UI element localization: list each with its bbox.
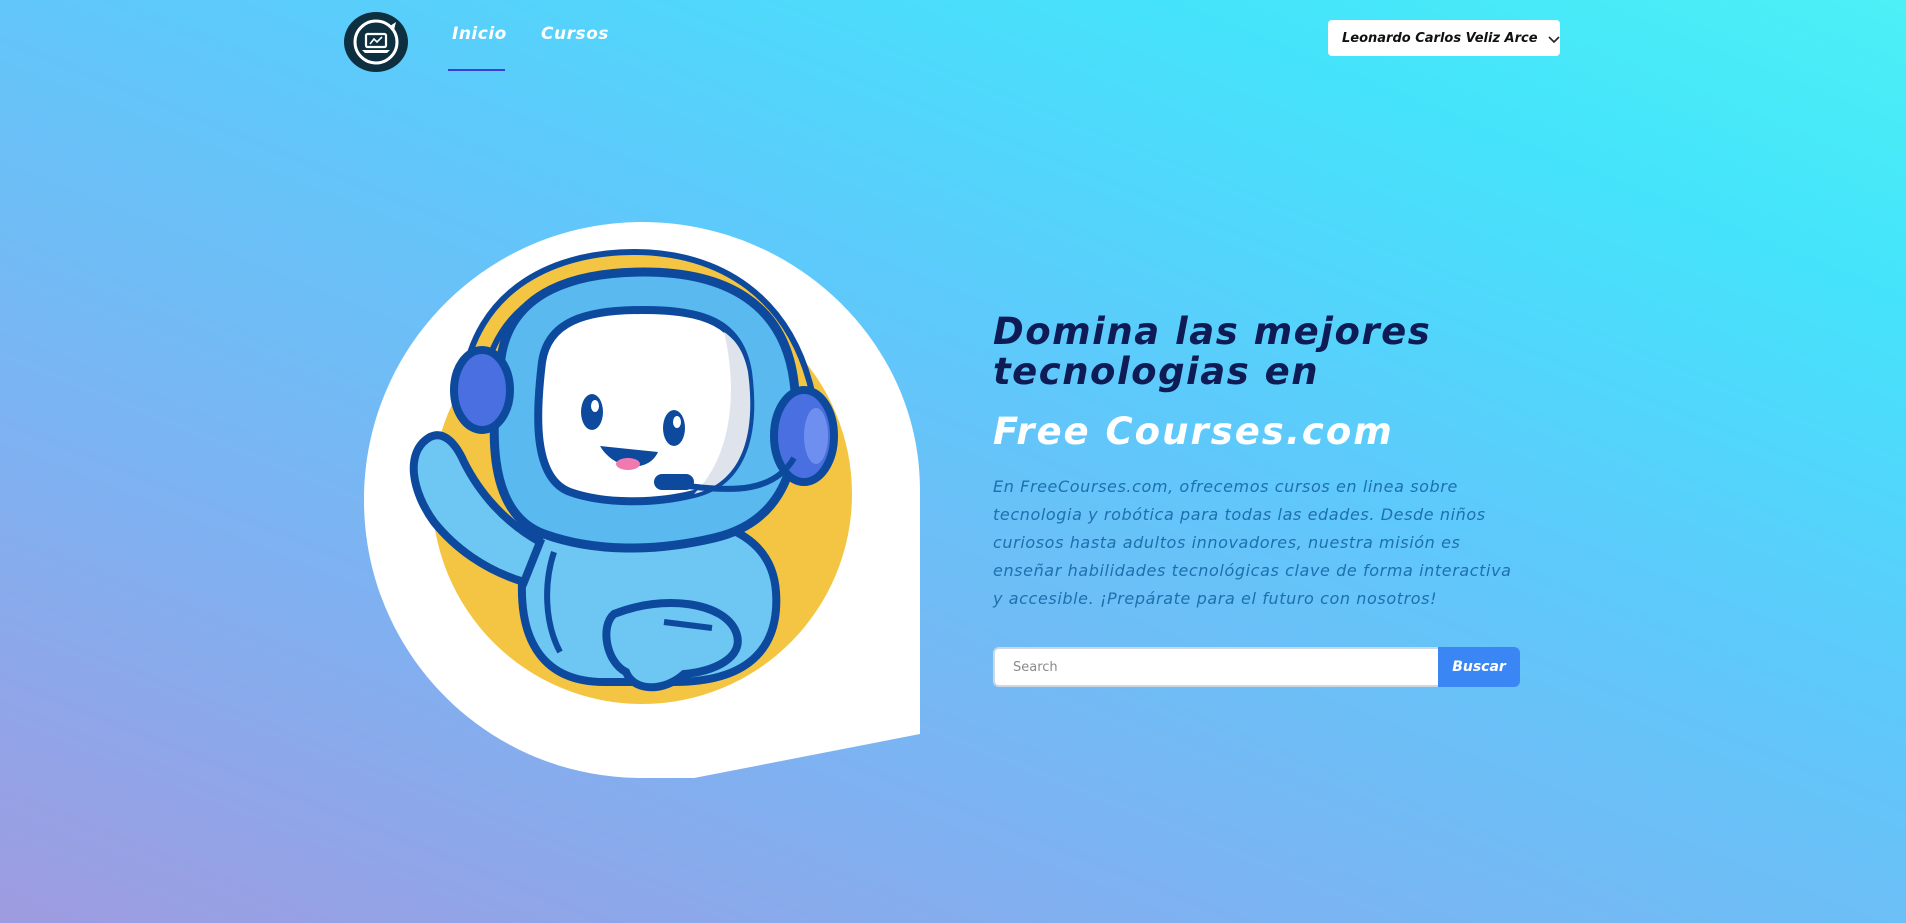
nav-link-cursos[interactable]: Cursos (541, 24, 609, 44)
hero-brand: Free Courses.com (993, 410, 1394, 453)
chevron-down-icon (1547, 29, 1560, 48)
hero-description: En FreeCourses.com, ofrecemos cursos en … (993, 477, 1512, 608)
hero-title: Domina las mejores tecnologias en (993, 310, 1432, 393)
user-menu-dropdown[interactable]: Leonardo Carlos Veliz Arce (1328, 20, 1560, 56)
user-name: Leonardo Carlos Veliz Arce (1342, 30, 1538, 46)
nav-link-inicio[interactable]: Inicio (452, 24, 507, 44)
search-form: Buscar (993, 647, 1520, 687)
laptop-circle-logo-icon (353, 19, 399, 65)
search-input[interactable] (993, 647, 1438, 687)
robot-with-headset-waving-illustration (364, 222, 920, 780)
active-nav-indicator (448, 69, 505, 71)
search-button[interactable]: Buscar (1438, 647, 1520, 687)
site-logo[interactable] (344, 12, 408, 72)
